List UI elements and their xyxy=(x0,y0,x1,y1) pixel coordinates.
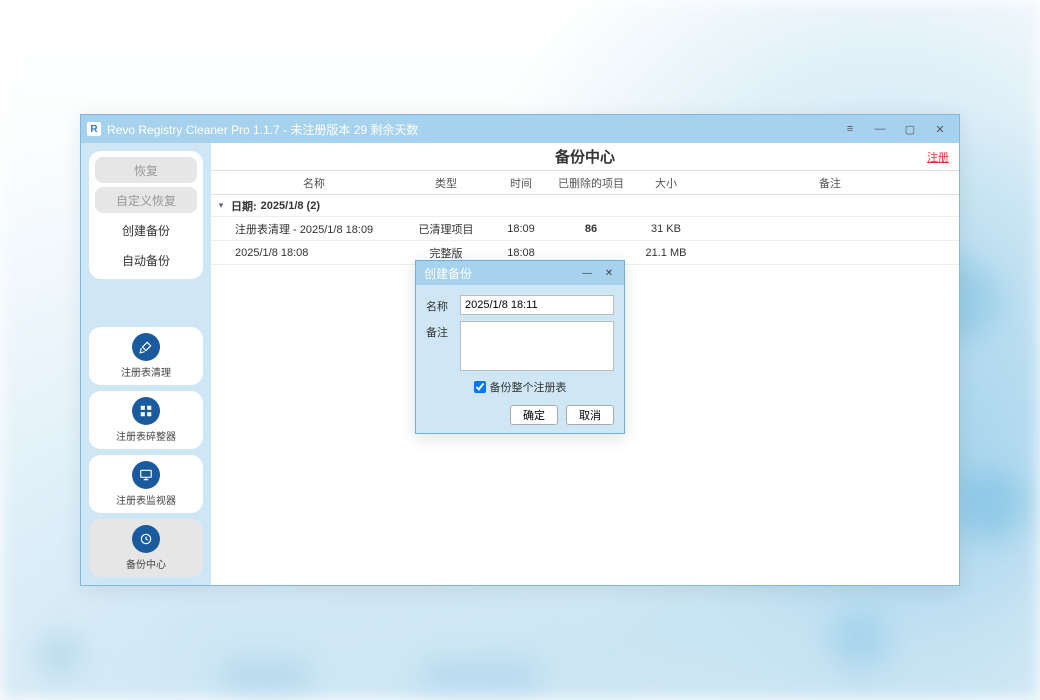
nav-label: 注册表监视器 xyxy=(116,492,176,507)
nav-registry-monitor[interactable]: 注册表监视器 xyxy=(89,455,203,513)
name-input[interactable] xyxy=(460,295,614,315)
col-type[interactable]: 类型 xyxy=(401,175,491,191)
dialog-close-button[interactable]: ✕ xyxy=(598,264,620,282)
dialog-body: 名称 备注 备份整个注册表 确定 取消 xyxy=(416,285,624,433)
create-backup-dialog: 创建备份 — ✕ 名称 备注 备份整个注册表 确定 取消 xyxy=(415,260,625,434)
cell-size: 31 KB xyxy=(631,223,701,235)
cancel-button[interactable]: 取消 xyxy=(566,405,614,425)
cell-deleted: 86 xyxy=(551,223,631,235)
nav-registry-cleaner[interactable]: 注册表清理 xyxy=(89,327,203,385)
minimize-button[interactable]: — xyxy=(865,118,895,140)
dialog-title: 创建备份 xyxy=(424,265,576,282)
sidebar-actions: 恢复 自定义恢复 创建备份 自动备份 xyxy=(89,151,203,279)
auto-backup-button[interactable]: 自动备份 xyxy=(95,247,197,273)
create-backup-button[interactable]: 创建备份 xyxy=(95,217,197,243)
col-name[interactable]: 名称 xyxy=(211,175,401,191)
restore-button[interactable]: 恢复 xyxy=(95,157,197,183)
sidebar: 恢复 自定义恢复 创建备份 自动备份 注册表清理 注册表碎整器 xyxy=(81,143,211,585)
group-label-prefix: 日期: xyxy=(231,198,257,214)
bg-decor xyxy=(220,660,310,690)
col-size[interactable]: 大小 xyxy=(631,175,701,191)
bg-decor xyxy=(830,610,890,670)
window-title: Revo Registry Cleaner Pro 1.1.7 - 未注册版本 … xyxy=(107,121,835,138)
maximize-button[interactable]: ▢ xyxy=(895,118,925,140)
col-time[interactable]: 时间 xyxy=(491,175,551,191)
app-window: R Revo Registry Cleaner Pro 1.1.7 - 未注册版… xyxy=(80,114,960,586)
page-title: 备份中心 xyxy=(555,146,615,167)
table-header: 名称 类型 时间 已删除的项目 大小 备注 xyxy=(211,171,959,195)
backup-icon xyxy=(132,525,160,553)
group-label-value: 2025/1/8 (2) xyxy=(261,200,320,212)
cell-type: 已清理项目 xyxy=(401,221,491,237)
note-label: 备注 xyxy=(426,321,452,340)
close-button[interactable]: ✕ xyxy=(925,118,955,140)
bg-decor xyxy=(420,660,540,690)
cell-size: 21.1 MB xyxy=(631,247,701,259)
chevron-down-icon[interactable]: ▾ xyxy=(215,200,227,211)
cell-time: 18:09 xyxy=(491,223,551,235)
cell-name: 注册表清理 - 2025/1/8 18:09 xyxy=(211,221,401,237)
titlebar[interactable]: R Revo Registry Cleaner Pro 1.1.7 - 未注册版… xyxy=(81,115,959,143)
checkbox-label: 备份整个注册表 xyxy=(490,379,567,395)
nav-backup-center[interactable]: 备份中心 xyxy=(89,519,203,577)
dialog-minimize-button[interactable]: — xyxy=(576,264,598,282)
note-textarea[interactable] xyxy=(460,321,614,371)
dialog-titlebar[interactable]: 创建备份 — ✕ xyxy=(416,261,624,285)
settings-icon[interactable]: ≡ xyxy=(835,118,865,140)
group-row[interactable]: ▾ 日期: 2025/1/8 (2) xyxy=(211,195,959,217)
monitor-icon xyxy=(132,461,160,489)
defrag-icon xyxy=(132,397,160,425)
cell-name: 2025/1/8 18:08 xyxy=(211,247,401,259)
nav-label: 备份中心 xyxy=(126,556,166,571)
ok-button[interactable]: 确定 xyxy=(510,405,558,425)
bg-decor xyxy=(40,635,80,675)
col-note[interactable]: 备注 xyxy=(701,175,959,191)
table-row[interactable]: 注册表清理 - 2025/1/8 18:09 已清理项目 18:09 86 31… xyxy=(211,217,959,241)
backup-full-checkbox[interactable] xyxy=(474,381,486,393)
broom-icon xyxy=(132,333,160,361)
nav-label: 注册表清理 xyxy=(121,364,171,379)
sidebar-nav: 注册表清理 注册表碎整器 注册表监视器 xyxy=(89,327,203,577)
main-header: 备份中心 注册 xyxy=(211,143,959,171)
name-label: 名称 xyxy=(426,295,452,314)
nav-registry-defrag[interactable]: 注册表碎整器 xyxy=(89,391,203,449)
register-link[interactable]: 注册 xyxy=(927,149,949,165)
nav-label: 注册表碎整器 xyxy=(116,428,176,443)
cell-time: 18:08 xyxy=(491,247,551,259)
custom-restore-button[interactable]: 自定义恢复 xyxy=(95,187,197,213)
cell-type: 完整版 xyxy=(401,245,491,261)
bg-decor xyxy=(955,470,1025,540)
app-icon: R xyxy=(87,122,101,136)
col-deleted[interactable]: 已删除的项目 xyxy=(551,175,631,191)
